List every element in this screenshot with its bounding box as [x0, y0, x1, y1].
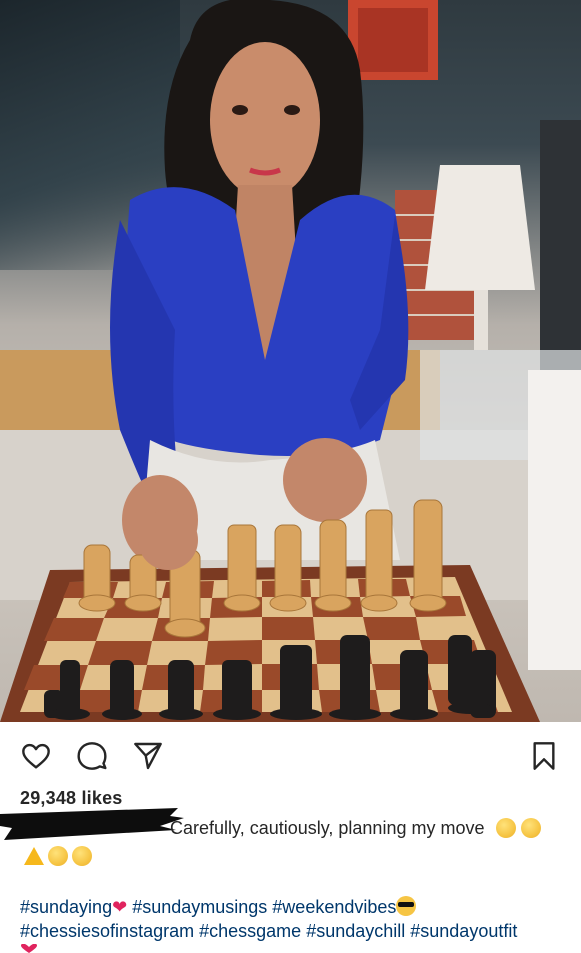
hashtag-link[interactable]: #sundaychill — [306, 921, 405, 941]
photo-scene — [0, 0, 581, 722]
hashtag-link[interactable]: #chessgame — [199, 921, 301, 941]
like-button[interactable] — [18, 738, 54, 774]
hashtag-block: #sundaying❤ #sundaymusings #weekendvibes… — [20, 895, 580, 943]
hashtag-link[interactable]: #chessiesofinstagram — [20, 921, 194, 941]
redacted-username-scribble — [0, 808, 184, 840]
hashtag-line-2: #chessiesofinstagram #chessgame #sundayc… — [20, 919, 580, 943]
hashtag-link[interactable]: #sundaymusings — [132, 897, 267, 917]
red-heart-emoji-icon: ❤ — [112, 897, 128, 917]
hashtag-line-1: #sundaying❤ #sundaymusings #weekendvibes — [20, 895, 580, 919]
hashtag-link[interactable]: #sundaying — [20, 897, 112, 917]
yum-face-emoji-icon — [520, 818, 541, 838]
comment-bubble-icon — [77, 742, 107, 770]
yum-face-emoji-icon — [495, 818, 516, 838]
hashtag-link[interactable]: #sundayoutfit — [410, 921, 517, 941]
post-caption: Carefully, cautiously, planning my move — [170, 818, 541, 839]
caption-text: Carefully, cautiously, planning my move — [170, 818, 485, 838]
share-button[interactable] — [130, 738, 166, 774]
post-action-bar — [0, 728, 581, 780]
sunglasses-emoji-icon — [396, 896, 417, 916]
post-photo[interactable] — [0, 0, 581, 722]
paper-plane-icon — [134, 742, 162, 770]
comment-button[interactable] — [74, 738, 110, 774]
shushing-face-emoji-icon — [72, 846, 92, 866]
warning-emoji-icon — [24, 847, 44, 865]
save-button[interactable] — [526, 738, 562, 774]
hashtag-link[interactable]: #weekendvibes — [272, 897, 396, 917]
caption-emoji-row — [24, 846, 92, 866]
red-heart-emoji-icon — [21, 944, 37, 953]
bookmark-icon — [533, 742, 555, 770]
face-with-monocle-emoji-icon — [48, 846, 68, 866]
heart-outline-icon — [22, 743, 50, 769]
